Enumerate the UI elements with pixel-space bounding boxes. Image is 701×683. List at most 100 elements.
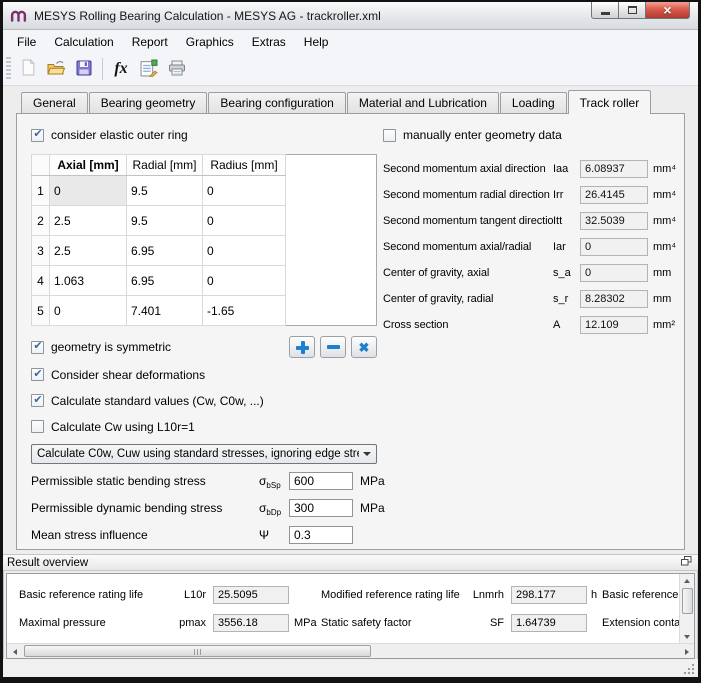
calculate-cw-using-l10r-checkbox[interactable]: Calculate Cw using L10r=1 [31, 416, 377, 437]
menu-report[interactable]: Report [123, 32, 177, 52]
l10r-result-field [213, 586, 289, 604]
formula-button[interactable]: fx [107, 56, 135, 83]
tab-loading[interactable]: Loading [500, 92, 567, 113]
cell-radial[interactable]: 9.5 [127, 176, 203, 206]
cross-section-value-field [580, 316, 648, 334]
vertical-scrollbar[interactable] [679, 574, 694, 643]
close-button[interactable]: × [645, 2, 690, 19]
geometry-points-table[interactable]: Axial [mm] Radial [mm] Radius [mm] 1 0 9… [31, 154, 377, 326]
c0w-calculation-mode-select[interactable]: Calculate C0w, Cuw using standard stress… [31, 444, 377, 464]
cell-radial[interactable]: 7.401 [127, 296, 203, 326]
row-header[interactable]: 3 [32, 236, 50, 266]
field-unit: mm⁴ [648, 163, 678, 175]
menu-extras[interactable]: Extras [243, 32, 295, 52]
result-symbol: SF [471, 617, 511, 629]
table-row[interactable]: 4 1.063 6.95 0 [32, 266, 377, 296]
maximize-button[interactable] [618, 2, 646, 19]
column-header-radius[interactable]: Radius [mm] [203, 155, 286, 176]
menu-graphics[interactable]: Graphics [177, 32, 243, 52]
result-label: Modified reference rating life [321, 589, 471, 601]
cell-axial[interactable]: 2.5 [50, 236, 127, 266]
cell-axial[interactable]: 0 [50, 176, 127, 206]
combo-value: Calculate C0w, Cuw using standard stress… [37, 448, 359, 460]
tab-bearing-geometry[interactable]: Bearing geometry [89, 92, 208, 113]
tab-material-and-lubrication[interactable]: Material and Lubrication [347, 92, 499, 113]
row-header[interactable]: 1 [32, 176, 50, 206]
checkbox-icon [31, 420, 44, 433]
table-row[interactable]: 5 0 7.401 -1.65 [32, 296, 377, 326]
column-header-radial[interactable]: Radial [mm] [127, 155, 203, 176]
cell-radial[interactable]: 6.95 [127, 236, 203, 266]
static-bending-stress-input[interactable] [289, 472, 353, 490]
consider-shear-deformations-checkbox[interactable]: Consider shear deformations [31, 364, 377, 385]
checkbox-label: Calculate standard values (Cw, C0w, ...) [51, 394, 264, 408]
manually-enter-geometry-data-checkbox[interactable]: manually enter geometry data [383, 125, 678, 145]
field-unit: mm [648, 293, 678, 305]
scroll-left-icon[interactable] [8, 645, 21, 658]
table-row[interactable]: 2 2.5 9.5 0 [32, 206, 377, 236]
tab-track-roller[interactable]: Track roller [568, 90, 652, 114]
report-button[interactable] [135, 56, 163, 83]
clear-rows-button[interactable]: ✖ [351, 336, 377, 358]
toolbar-grip[interactable] [6, 57, 11, 81]
application-window: MESYS Rolling Bearing Calculation - MESY… [0, 0, 701, 683]
print-icon [168, 60, 186, 79]
cell-radius[interactable]: 0 [203, 176, 286, 206]
row-header[interactable]: 2 [32, 206, 50, 236]
add-row-button[interactable] [289, 336, 315, 358]
new-file-icon [21, 59, 36, 79]
geometry-field-row: Center of gravity, radial s_r mm [383, 286, 678, 312]
result-symbol: L10r [169, 589, 213, 601]
menu-file[interactable]: File [8, 32, 45, 52]
window-title: MESYS Rolling Bearing Calculation - MESY… [34, 9, 381, 23]
cell-radius[interactable]: 0 [203, 206, 286, 236]
horizontal-scrollbar[interactable] [7, 643, 694, 658]
dynamic-bending-stress-input[interactable] [289, 499, 353, 517]
titlebar[interactable]: MESYS Rolling Bearing Calculation - MESY… [3, 2, 698, 30]
tab-general[interactable]: General [21, 92, 88, 113]
geometry-field-row: Second momentum axial/radial Iar mm⁴ [383, 234, 678, 260]
result-overview-title: Result overview [7, 557, 88, 569]
cell-axial[interactable]: 0 [50, 296, 127, 326]
menu-help[interactable]: Help [295, 32, 338, 52]
cell-radial[interactable]: 9.5 [127, 206, 203, 236]
result-label-clipped: Basic reference r [602, 589, 679, 601]
mean-stress-influence-input[interactable] [289, 526, 353, 544]
horizontal-scrollbar-thumb[interactable] [24, 645, 371, 657]
cell-radius[interactable]: 0 [203, 266, 286, 296]
result-label: Maximal pressure [19, 617, 169, 629]
calculate-standard-values-checkbox[interactable]: Calculate standard values (Cw, C0w, ...) [31, 390, 377, 411]
row-header[interactable]: 4 [32, 266, 50, 296]
cell-axial[interactable]: 1.063 [50, 266, 127, 296]
save-button[interactable] [70, 56, 98, 83]
new-file-button[interactable] [14, 56, 42, 83]
table-row[interactable]: 1 0 9.5 0 [32, 176, 377, 206]
menu-calculation[interactable]: Calculation [45, 32, 122, 52]
cell-radial[interactable]: 6.95 [127, 266, 203, 296]
cell-radius[interactable]: -1.65 [203, 296, 286, 326]
consider-elastic-outer-ring-checkbox[interactable]: consider elastic outer ring [31, 125, 377, 145]
result-unit: MPa [289, 617, 321, 629]
vertical-scrollbar-thumb[interactable] [682, 588, 693, 614]
table-row[interactable]: 3 2.5 6.95 0 [32, 236, 377, 266]
field-symbol: Iar [553, 241, 580, 253]
print-button[interactable] [163, 56, 191, 83]
cell-radius[interactable]: 0 [203, 236, 286, 266]
float-dock-icon[interactable] [681, 556, 692, 569]
scroll-down-icon[interactable] [681, 630, 694, 643]
remove-row-button[interactable] [320, 336, 346, 358]
tab-bearing-configuration[interactable]: Bearing configuration [208, 92, 345, 113]
mesys-logo-icon [10, 7, 27, 25]
row-header[interactable]: 5 [32, 296, 50, 326]
scroll-right-icon[interactable] [680, 645, 693, 658]
field-symbol: s_r [553, 293, 580, 305]
resize-grip[interactable] [682, 662, 694, 674]
scroll-up-icon[interactable] [681, 574, 694, 587]
geometry-is-symmetric-checkbox[interactable]: geometry is symmetric [31, 337, 284, 357]
minimize-button[interactable] [591, 2, 619, 19]
column-header-axial[interactable]: Axial [mm] [50, 155, 127, 176]
main-area: General Bearing geometry Bearing configu… [3, 86, 698, 550]
cell-axial[interactable]: 2.5 [50, 206, 127, 236]
open-file-button[interactable] [42, 56, 70, 83]
chevron-down-icon [363, 452, 371, 456]
